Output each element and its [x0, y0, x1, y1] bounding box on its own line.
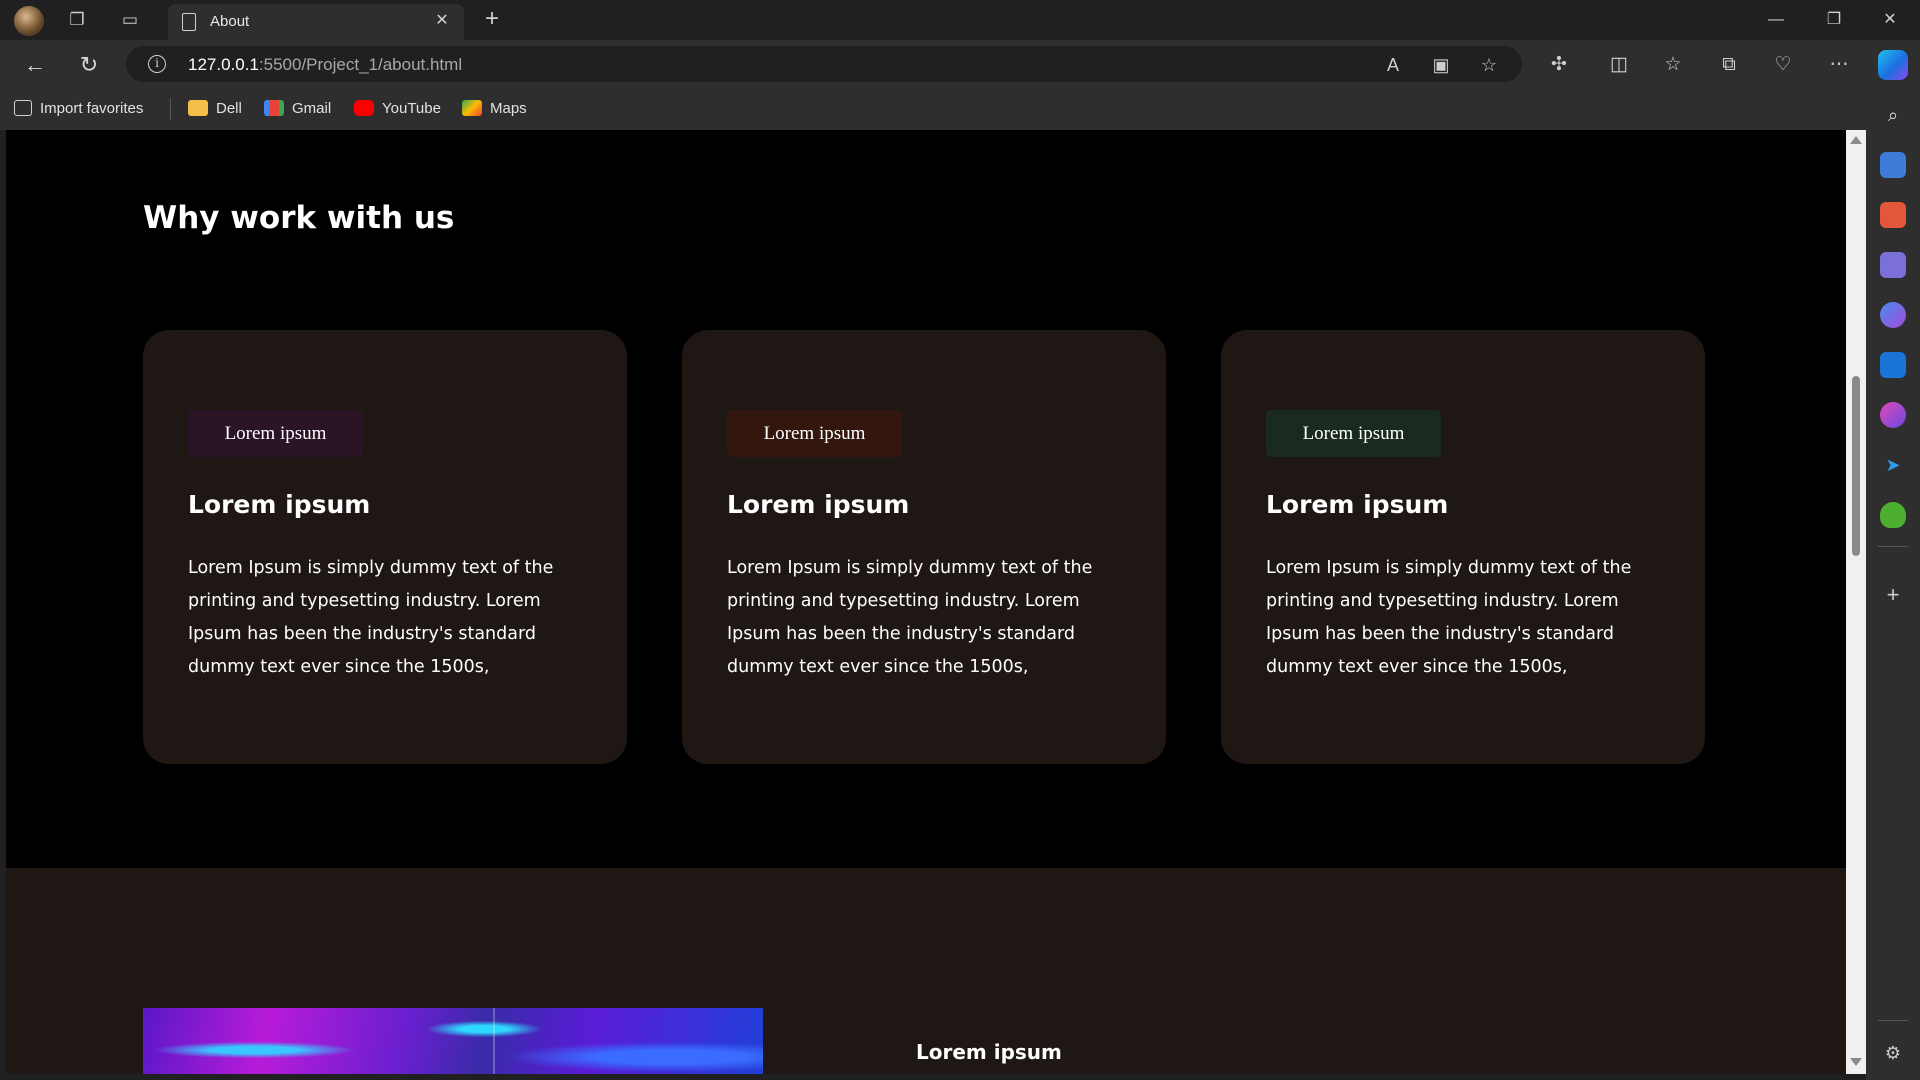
- bookmark-youtube[interactable]: YouTube: [354, 98, 441, 120]
- new-tab-button[interactable]: +: [478, 6, 506, 34]
- import-icon: [14, 100, 32, 116]
- url-host: 127.0.0.1: [188, 55, 259, 74]
- minimize-button[interactable]: —: [1756, 6, 1796, 34]
- card-title: Lorem ipsum: [727, 490, 910, 519]
- page-scrollbar[interactable]: [1846, 130, 1866, 1074]
- bookmark-label: Gmail: [292, 100, 332, 117]
- bookmark-separator: [170, 98, 171, 120]
- page-icon: [182, 13, 196, 31]
- section-heading: Why work with us: [143, 200, 455, 236]
- scroll-thumb[interactable]: [1852, 376, 1860, 556]
- refresh-icon[interactable]: ↻: [74, 50, 104, 80]
- bookmark-maps[interactable]: Maps: [462, 98, 527, 120]
- games-icon[interactable]: [1880, 252, 1906, 278]
- close-tab-icon[interactable]: ✕: [430, 9, 454, 33]
- url-text[interactable]: 127.0.0.1:5500/Project_1/about.html: [188, 55, 462, 75]
- card-chip: Lorem ipsum: [727, 410, 902, 457]
- feature-card: Lorem ipsum Lorem ipsum Lorem Ipsum is s…: [1221, 330, 1705, 764]
- edge-sidebar: ⌕ ➤ + ⚙: [1866, 88, 1920, 1080]
- close-window-button[interactable]: ✕: [1870, 6, 1910, 34]
- tree-icon[interactable]: [1880, 502, 1906, 528]
- designer-icon[interactable]: [1880, 402, 1906, 428]
- more-icon[interactable]: ⋯: [1824, 50, 1854, 80]
- gmail-icon: [264, 100, 284, 116]
- page-viewport: Why work with us Lorem ipsum Lorem ipsum…: [6, 130, 1846, 1074]
- immersive-reader-icon[interactable]: ▣: [1428, 52, 1454, 78]
- site-info-icon[interactable]: i: [148, 55, 166, 73]
- bookmarks-bar: Import favorites Dell Gmail YouTube Maps: [0, 88, 1920, 130]
- card-text: Lorem Ipsum is simply dummy text of the …: [188, 558, 554, 677]
- tools-icon[interactable]: [1880, 202, 1906, 228]
- card-text: Lorem Ipsum is simply dummy text of the …: [727, 558, 1093, 677]
- feature-card: Lorem ipsum Lorem ipsum Lorem Ipsum is s…: [143, 330, 627, 764]
- collections-icon[interactable]: ⧉: [1714, 50, 1744, 80]
- vertical-tabs-icon[interactable]: ▭: [118, 8, 142, 32]
- scroll-down-arrow[interactable]: [1850, 1058, 1862, 1066]
- lower-section: Lorem ipsum: [6, 868, 1846, 1074]
- read-aloud-icon[interactable]: A: [1380, 52, 1406, 78]
- back-icon[interactable]: ←: [20, 50, 50, 80]
- tab-title: About: [210, 13, 250, 30]
- toolbar: ← ↻ i 127.0.0.1:5500/Project_1/about.htm…: [0, 40, 1920, 88]
- lower-section-title: Lorem ipsum: [916, 1040, 1062, 1064]
- outlook-icon[interactable]: [1880, 352, 1906, 378]
- card-title: Lorem ipsum: [1266, 490, 1449, 519]
- settings-gear-icon[interactable]: ⚙: [1880, 1040, 1906, 1066]
- shopping-tag-icon[interactable]: [1880, 152, 1906, 178]
- why-work-section: Why work with us Lorem ipsum Lorem ipsum…: [6, 130, 1846, 868]
- profile-avatar[interactable]: [14, 6, 44, 36]
- youtube-icon: [354, 100, 374, 116]
- card-chip: Lorem ipsum: [1266, 410, 1441, 457]
- image-divider: [493, 1008, 495, 1074]
- bookmark-import-favorites[interactable]: Import favorites: [14, 98, 143, 120]
- bookmark-label: Dell: [216, 100, 242, 117]
- search-icon[interactable]: ⌕: [1880, 102, 1906, 128]
- workspaces-icon[interactable]: ❐: [65, 8, 89, 32]
- card-text: Lorem Ipsum is simply dummy text of the …: [1266, 558, 1632, 677]
- feature-card: Lorem ipsum Lorem ipsum Lorem Ipsum is s…: [682, 330, 1166, 764]
- tab-about[interactable]: About ✕: [168, 4, 464, 40]
- bookmark-dell[interactable]: Dell: [188, 98, 242, 120]
- copilot-icon[interactable]: [1878, 50, 1908, 80]
- favorites-icon[interactable]: ☆: [1658, 50, 1688, 80]
- bookmark-label: Maps: [490, 100, 527, 117]
- send-icon[interactable]: ➤: [1880, 452, 1906, 478]
- artwork-image: [143, 1008, 763, 1074]
- add-icon[interactable]: +: [1880, 582, 1906, 608]
- microsoft-365-icon[interactable]: [1880, 302, 1906, 328]
- sidebar-separator: [1878, 546, 1908, 547]
- maps-icon: [462, 100, 482, 116]
- browser-essentials-icon[interactable]: ♡: [1768, 50, 1798, 80]
- card-chip: Lorem ipsum: [188, 410, 363, 457]
- folder-icon: [188, 100, 208, 116]
- url-path: :5500/Project_1/about.html: [258, 55, 463, 74]
- split-screen-icon[interactable]: ◫: [1604, 50, 1634, 80]
- favorite-star-icon[interactable]: ☆: [1476, 52, 1502, 78]
- card-title: Lorem ipsum: [188, 490, 371, 519]
- sidebar-separator: [1878, 1020, 1908, 1021]
- title-bar: ❐ ▭ About ✕ + — ❐ ✕: [0, 0, 1920, 40]
- bookmark-label: Import favorites: [40, 100, 144, 117]
- restore-button[interactable]: ❐: [1814, 6, 1854, 34]
- scroll-up-arrow[interactable]: [1850, 136, 1862, 144]
- address-bar[interactable]: i 127.0.0.1:5500/Project_1/about.html A …: [126, 46, 1522, 82]
- bookmark-label: YouTube: [382, 100, 441, 117]
- extensions-icon[interactable]: ✣: [1544, 50, 1574, 80]
- bookmark-gmail[interactable]: Gmail: [264, 98, 331, 120]
